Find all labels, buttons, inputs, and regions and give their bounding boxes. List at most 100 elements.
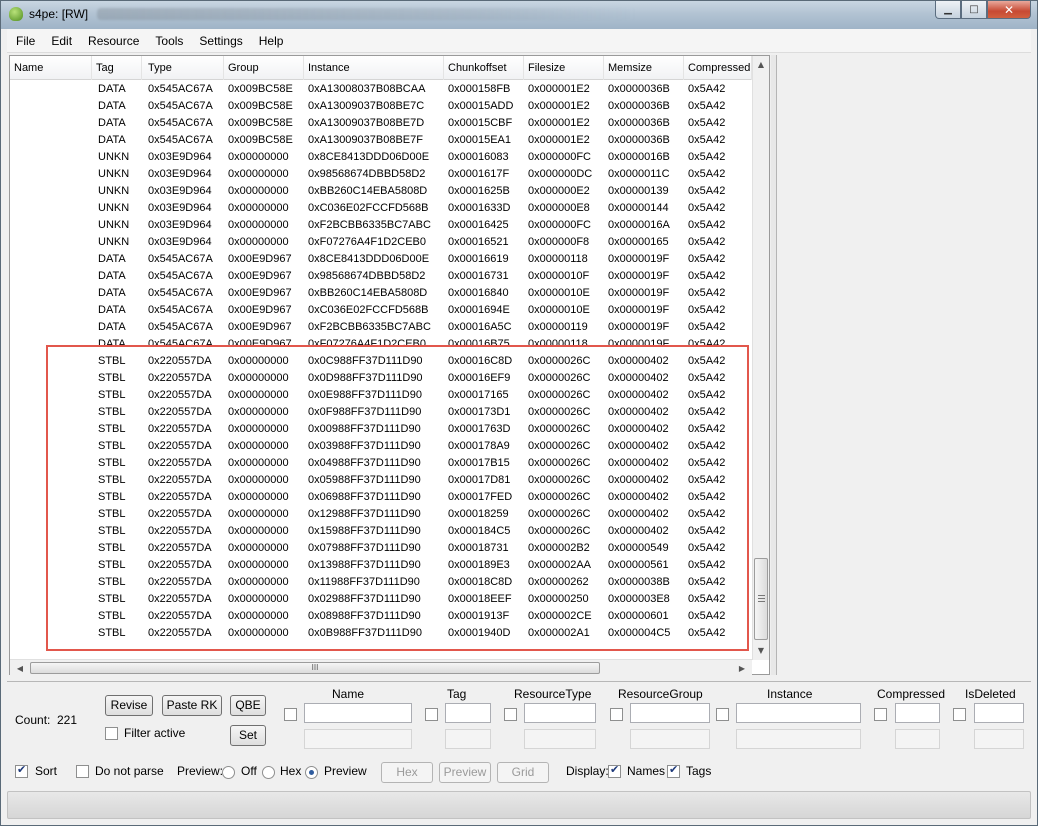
cell-instance: 0x04988FF37D111D90 (308, 457, 421, 469)
table-row[interactable]: DATA 0x545AC67A 0x00E9D967 0xF2BCBB6335BC7A… (10, 319, 752, 336)
column-header-name[interactable]: Name (10, 56, 92, 80)
scroll-down-icon[interactable]: ▼ (753, 642, 769, 659)
column-header-compressed[interactable]: Compressed (684, 56, 752, 80)
revise-button[interactable]: Revise (105, 695, 153, 716)
paste-rk-button[interactable]: Paste RK (162, 695, 222, 716)
table-row[interactable]: DATA 0x545AC67A 0x00E9D967 0x98568674DBBD58… (10, 268, 752, 285)
table-row[interactable]: DATA 0x545AC67A 0x009BC58E 0xA13009037B08BE… (10, 98, 752, 115)
table-row[interactable]: STBL 0x220557DA 0x00000000 0x11988FF37D111D… (10, 574, 752, 591)
table-row[interactable]: STBL 0x220557DA 0x00000000 0x05988FF37D111D… (10, 472, 752, 489)
resourcetype-filter-input[interactable] (524, 703, 596, 723)
tag-filter-input[interactable] (445, 703, 491, 723)
tag-filter-checkbox[interactable] (425, 708, 438, 721)
table-row[interactable]: UNKN 0x03E9D964 0x00000000 0xBB260C14EBA580… (10, 183, 752, 200)
column-header-type[interactable]: Type (144, 56, 224, 80)
table-row[interactable]: DATA 0x545AC67A 0x009BC58E 0xA13009037B08BE… (10, 132, 752, 149)
column-header-chunkoffset[interactable]: Chunkoffset (444, 56, 524, 80)
maximize-button[interactable]: □ (961, 1, 987, 19)
cell-memsize: 0x0000019F (608, 321, 670, 333)
table-row[interactable]: STBL 0x220557DA 0x00000000 0x0D988FF37D111D… (10, 370, 752, 387)
cell-instance: 0x98568674DBBD58D2 (308, 168, 426, 180)
table-row[interactable]: UNKN 0x03E9D964 0x00000000 0xC036E02FCCFD56… (10, 200, 752, 217)
table-row[interactable]: STBL 0x220557DA 0x00000000 0x04988FF37D111D… (10, 455, 752, 472)
table-row[interactable]: UNKN 0x03E9D964 0x00000000 0xF07276A4F1D2CE… (10, 234, 752, 251)
table-row[interactable]: STBL 0x220557DA 0x00000000 0x12988FF37D111D… (10, 506, 752, 523)
tags-checkbox[interactable] (667, 763, 680, 778)
sort-checkbox[interactable] (15, 763, 28, 778)
instance-filter-checkbox[interactable] (716, 708, 729, 721)
cell-filesize: 0x0000026C (528, 389, 591, 401)
preview-preview-radio[interactable] (305, 766, 318, 779)
do-not-parse-checkbox[interactable] (76, 765, 89, 778)
vertical-scrollbar[interactable]: ▲ ▼ (752, 56, 769, 660)
set-button[interactable]: Set (230, 725, 266, 746)
menu-tools[interactable]: Tools (147, 34, 191, 48)
preview-off-radio[interactable] (222, 766, 235, 779)
table-row[interactable]: STBL 0x220557DA 0x00000000 0x0F988FF37D111D… (10, 404, 752, 421)
menu-file[interactable]: File (7, 34, 43, 48)
menu-settings[interactable]: Settings (191, 34, 250, 48)
column-header-instance[interactable]: Instance (304, 56, 444, 80)
table-row[interactable]: STBL 0x220557DA 0x00000000 0x0E988FF37D111D… (10, 387, 752, 404)
column-header-group[interactable]: Group (224, 56, 304, 80)
table-row[interactable]: STBL 0x220557DA 0x00000000 0x13988FF37D111D… (10, 557, 752, 574)
table-row[interactable]: STBL 0x220557DA 0x00000000 0x00988FF37D111D… (10, 421, 752, 438)
horizontal-scroll-thumb[interactable]: III (30, 662, 600, 674)
table-row[interactable]: DATA 0x545AC67A 0x009BC58E 0xA13009037B08BE… (10, 115, 752, 132)
cell-group: 0x00000000 (228, 423, 289, 435)
resourcegroup-filter-input[interactable] (630, 703, 710, 723)
menu-resource[interactable]: Resource (80, 34, 147, 48)
preview-button[interactable]: Preview (439, 762, 491, 783)
menu-edit[interactable]: Edit (43, 34, 80, 48)
vertical-scroll-thumb[interactable] (754, 558, 768, 640)
table-row[interactable]: UNKN 0x03E9D964 0x00000000 0x98568674DBBD58… (10, 166, 752, 183)
table-row[interactable]: STBL 0x220557DA 0x00000000 0x0C988FF37D111D… (10, 353, 752, 370)
cell-group: 0x00000000 (228, 168, 289, 180)
table-row[interactable]: UNKN 0x03E9D964 0x00000000 0xF2BCBB6335BC7A… (10, 217, 752, 234)
resourcetype-filter-checkbox[interactable] (504, 708, 517, 721)
menu-help[interactable]: Help (251, 34, 292, 48)
minimize-button[interactable]: ▁ (935, 1, 961, 19)
instance-filter-input[interactable] (736, 703, 861, 723)
table-row[interactable]: DATA 0x545AC67A 0x00E9D967 0xBB260C14EBA580… (10, 285, 752, 302)
cell-memsize: 0x0000019F (608, 270, 670, 282)
column-header-filesize[interactable]: Filesize (524, 56, 604, 80)
name-filter-checkbox[interactable] (284, 708, 297, 721)
table-row[interactable]: DATA 0x545AC67A 0x00E9D967 0xF07276A4F1D2CE… (10, 336, 752, 353)
cell-filesize: 0x0000010E (528, 304, 590, 316)
compressed-filter-input[interactable] (895, 703, 940, 723)
table-row[interactable]: STBL 0x220557DA 0x00000000 0x15988FF37D111D… (10, 523, 752, 540)
grid-button[interactable]: Grid (497, 762, 549, 783)
table-row[interactable]: STBL 0x220557DA 0x00000000 0x07988FF37D111D… (10, 540, 752, 557)
table-row[interactable]: STBL 0x220557DA 0x00000000 0x03988FF37D111D… (10, 438, 752, 455)
cell-filesize: 0x00000118 (528, 253, 588, 265)
hex-button[interactable]: Hex (381, 762, 433, 783)
table-row[interactable]: STBL 0x220557DA 0x00000000 0x08988FF37D111D… (10, 608, 752, 625)
column-header-tag[interactable]: Tag (92, 56, 142, 80)
compressed-filter-checkbox[interactable] (874, 708, 887, 721)
table-row[interactable]: STBL 0x220557DA 0x00000000 0x0B988FF37D111D… (10, 625, 752, 642)
column-header-memsize[interactable]: Memsize (604, 56, 684, 80)
resourcegroup-filter-checkbox[interactable] (610, 708, 623, 721)
close-button[interactable]: ✕ (987, 1, 1031, 19)
title-bar[interactable]: s4pe: [RW] ▁ □ ✕ (1, 1, 1037, 29)
table-row[interactable]: STBL 0x220557DA 0x00000000 0x06988FF37D111D… (10, 489, 752, 506)
table-row[interactable]: UNKN 0x03E9D964 0x00000000 0x8CE8413DDD06D0… (10, 149, 752, 166)
filter-active-checkbox[interactable] (105, 727, 118, 740)
horizontal-scrollbar[interactable]: ◀ III ▶ (10, 659, 752, 675)
scroll-left-icon[interactable]: ◀ (12, 660, 28, 676)
preview-hex-radio[interactable] (262, 766, 275, 779)
table-row[interactable]: STBL 0x220557DA 0x00000000 0x02988FF37D111D… (10, 591, 752, 608)
table-row[interactable]: DATA 0x545AC67A 0x009BC58E 0xA13008037B08BC… (10, 81, 752, 98)
scroll-up-icon[interactable]: ▲ (753, 56, 769, 73)
qbe-button[interactable]: QBE (230, 695, 266, 716)
scroll-right-icon[interactable]: ▶ (734, 660, 750, 676)
cell-name (10, 98, 92, 115)
names-checkbox[interactable] (608, 763, 621, 778)
cell-tag: DATA (98, 100, 126, 112)
name-filter-input[interactable] (304, 703, 412, 723)
isdeleted-filter-input[interactable] (974, 703, 1024, 723)
table-row[interactable]: DATA 0x545AC67A 0x00E9D967 0x8CE8413DDD06D0… (10, 251, 752, 268)
table-row[interactable]: DATA 0x545AC67A 0x00E9D967 0xC036E02FCCFD56… (10, 302, 752, 319)
isdeleted-filter-checkbox[interactable] (953, 708, 966, 721)
